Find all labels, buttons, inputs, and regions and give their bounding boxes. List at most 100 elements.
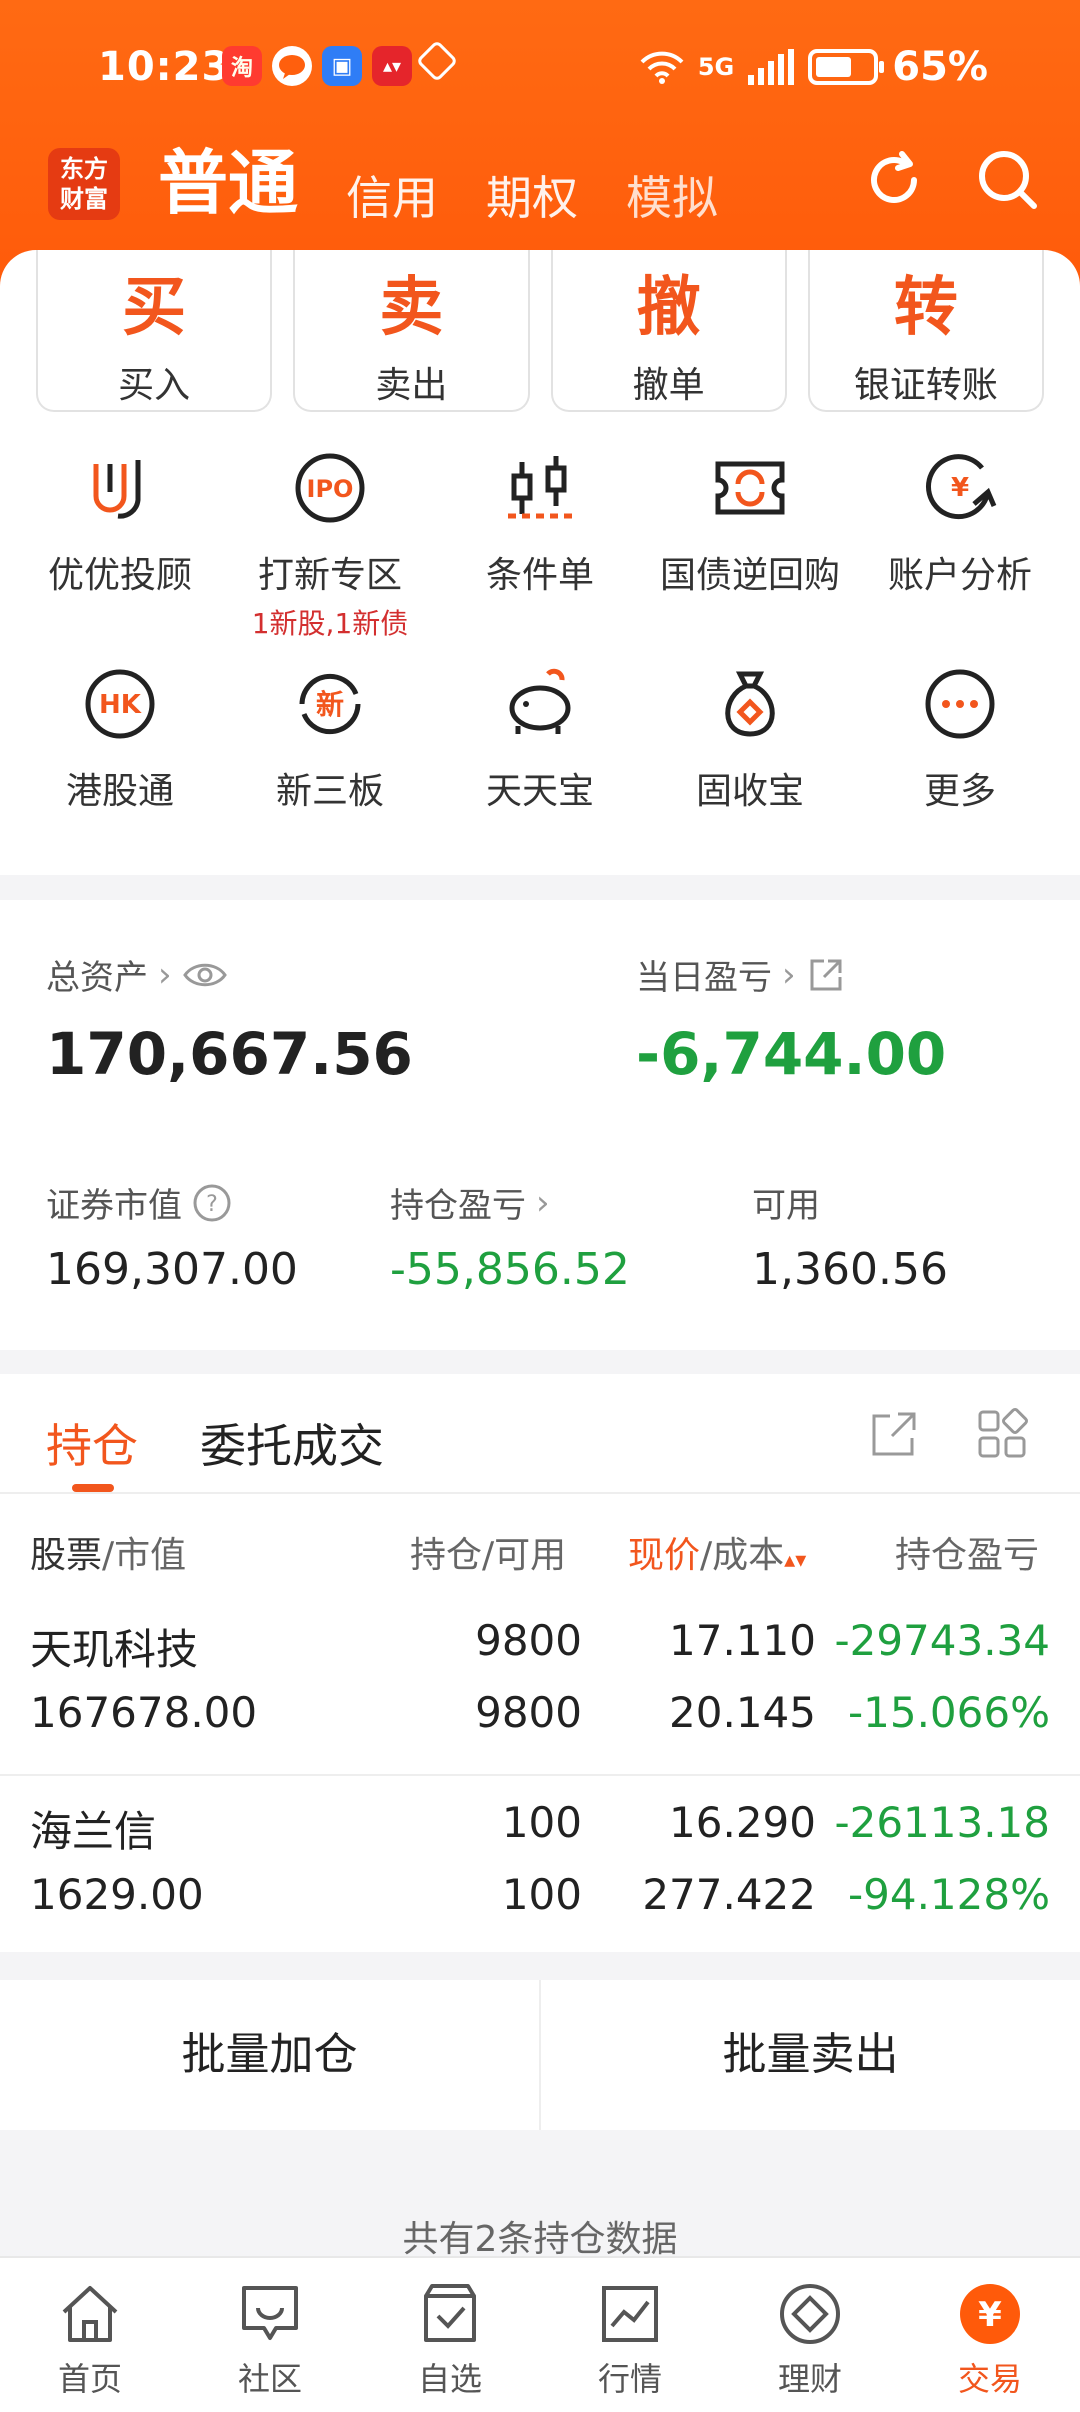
app-notification-icon: ▣ <box>322 46 362 86</box>
buy-button[interactable]: 买 买入 <box>36 250 273 412</box>
batch-add-button[interactable]: 批量加仓 <box>0 1980 539 2130</box>
stock-notification-icon: ▴▾ <box>372 46 412 86</box>
header-stock: 股票/市值 <box>30 1526 186 1578</box>
status-right: 5G 65% <box>640 44 988 90</box>
cancel-label: 撤单 <box>632 365 705 406</box>
more-icon <box>925 669 995 739</box>
external-link-icon[interactable] <box>806 955 846 995</box>
account-tabs: 普通 信用 期权 模拟 <box>158 138 766 228</box>
feature-more[interactable]: 更多 <box>855 666 1065 882</box>
feature-hk-connect[interactable]: HK 港股通 <box>15 666 225 882</box>
watchlist-icon <box>424 2284 476 2342</box>
help-icon[interactable]: ? <box>192 1183 232 1223</box>
svg-text:¥: ¥ <box>951 473 969 503</box>
stock-holding: 100 <box>501 1798 582 1847</box>
quick-actions: 买 买入 卖 卖出 撤 撤单 转 银证转账 <box>36 250 1044 412</box>
taobao-notification-icon: 淘 <box>222 46 262 86</box>
header-price-sort[interactable]: 现价/成本▴▾ <box>628 1526 806 1578</box>
feature-new-third-board[interactable]: 新 新三板 <box>225 666 435 882</box>
eye-icon[interactable] <box>182 960 228 990</box>
network-type: 5G <box>697 53 735 81</box>
stock-name: 天玑科技 <box>30 1625 199 1674</box>
feature-label: 固收宝 <box>695 771 804 812</box>
active-tab-indicator <box>72 1484 114 1492</box>
daily-pnl-label[interactable]: 当日盈亏 › <box>636 950 846 999</box>
nav-label: 行情 <box>597 2360 662 2398</box>
nav-home[interactable]: 首页 <box>0 2258 180 2412</box>
feature-account-analysis[interactable]: ¥ 账户分析 <box>855 450 1065 666</box>
buy-glyph: 买 <box>122 270 187 345</box>
stock-price: 16.290 <box>669 1798 816 1847</box>
trade-menu-card: 买 买入 卖 卖出 撤 撤单 转 银证转账 优优投顾 IPO 打新专区 1新股,… <box>0 250 1080 875</box>
tab-orders[interactable]: 委托成交 <box>200 1410 384 1476</box>
feature-ipo-zone[interactable]: IPO 打新专区 1新股,1新债 <box>225 450 435 666</box>
feature-youyou-advisor[interactable]: 优优投顾 <box>15 450 225 666</box>
chat-notification-icon <box>272 46 312 86</box>
tab-options[interactable]: 期权 <box>486 162 578 228</box>
feature-treasury-repo[interactable]: 国债逆回购 <box>645 450 855 666</box>
feature-tiantianbao[interactable]: 天天宝 <box>435 666 645 882</box>
stock-market-value: 1629.00 <box>30 1870 204 1919</box>
feature-label: 天天宝 <box>485 771 594 812</box>
tab-holdings[interactable]: 持仓 <box>46 1410 138 1476</box>
hk-icon: HK <box>85 669 155 739</box>
feature-label: 国债逆回购 <box>659 555 840 596</box>
status-bar: 10:23 淘 ▣ ▴▾ 5G 65% <box>0 30 1080 110</box>
nav-trade[interactable]: ¥ 交易 <box>900 2258 1080 2412</box>
batch-actions: 批量加仓 批量卖出 <box>0 1980 1080 2130</box>
trade-icon: ¥ <box>960 2284 1020 2344</box>
tab-simulated[interactable]: 模拟 <box>626 162 718 228</box>
ipo-icon: IPO <box>295 453 365 523</box>
feature-conditional-order[interactable]: 条件单 <box>435 450 645 666</box>
feature-label: 账户分析 <box>887 555 1032 596</box>
nav-label: 自选 <box>417 2360 482 2398</box>
nav-community[interactable]: 社区 <box>180 2258 360 2412</box>
svg-text:HK: HK <box>99 690 142 720</box>
signal-icon <box>748 49 795 85</box>
tab-normal[interactable]: 普通 <box>158 127 298 228</box>
refresh-icon[interactable] <box>862 148 926 212</box>
header-cost-text: /成本 <box>700 1535 785 1576</box>
position-count-note: 共有2条持仓数据 <box>402 2219 678 2260</box>
tab-credit[interactable]: 信用 <box>346 162 438 228</box>
stock-price: 17.110 <box>669 1616 816 1665</box>
feature-fixed-income[interactable]: 固收宝 <box>645 666 855 882</box>
holding-pnl-value: -55,856.52 <box>390 1244 630 1295</box>
market-value-label: 证券市值 ? <box>46 1178 232 1227</box>
battery-percent: 65% <box>892 44 988 90</box>
chevron-right-icon: › <box>158 954 172 995</box>
total-assets-label[interactable]: 总资产 › <box>46 950 228 999</box>
feature-label: 打新专区 <box>257 555 402 596</box>
holding-pnl-label[interactable]: 持仓盈亏 › <box>390 1178 550 1227</box>
chevron-right-icon: › <box>782 954 796 995</box>
header-holding: 持仓/可用 <box>410 1535 567 1576</box>
cancel-order-button[interactable]: 撤 撤单 <box>550 250 787 412</box>
positions-panel: 持仓 委托成交 股票/市值 持仓/可用 现价/成本▴▾ 持仓盈亏 天玑科技 16… <box>0 1374 1080 1952</box>
nav-market[interactable]: 行情 <box>540 2258 720 2412</box>
daily-pnl-value: -6,744.00 <box>636 1020 947 1088</box>
grid-view-icon[interactable] <box>976 1408 1028 1460</box>
stock-available: 9800 <box>475 1688 582 1737</box>
sell-label: 卖出 <box>375 365 448 406</box>
market-value: 169,307.00 <box>46 1244 298 1295</box>
wifi-icon <box>640 51 684 84</box>
share-icon[interactable] <box>868 1408 920 1460</box>
stock-cost: 20.145 <box>669 1688 816 1737</box>
sell-glyph: 卖 <box>379 270 444 345</box>
nav-wealth[interactable]: 理财 <box>720 2258 900 2412</box>
nav-label: 交易 <box>957 2360 1022 2398</box>
position-row[interactable]: 天玑科技 167678.00 9800 9800 17.110 20.145 -… <box>0 1596 1080 1776</box>
header-price-text: 现价 <box>628 1535 701 1576</box>
transfer-glyph: 转 <box>893 270 958 345</box>
nav-watchlist[interactable]: 自选 <box>360 2258 540 2412</box>
bank-transfer-button[interactable]: 转 银证转账 <box>807 250 1044 412</box>
sell-button[interactable]: 卖 卖出 <box>293 250 530 412</box>
batch-sell-button[interactable]: 批量卖出 <box>541 1980 1080 2130</box>
search-icon[interactable] <box>976 148 1040 212</box>
total-assets-value: 170,667.56 <box>46 1020 413 1088</box>
yuan-chart-icon: ¥ <box>926 454 997 520</box>
stock-cost: 277.422 <box>642 1870 816 1919</box>
position-row[interactable]: 海兰信 1629.00 100 100 16.290 277.422 -2611… <box>0 1778 1080 1958</box>
status-time: 10:23 <box>98 44 231 90</box>
header-pnl: 持仓盈亏 <box>895 1535 1040 1576</box>
